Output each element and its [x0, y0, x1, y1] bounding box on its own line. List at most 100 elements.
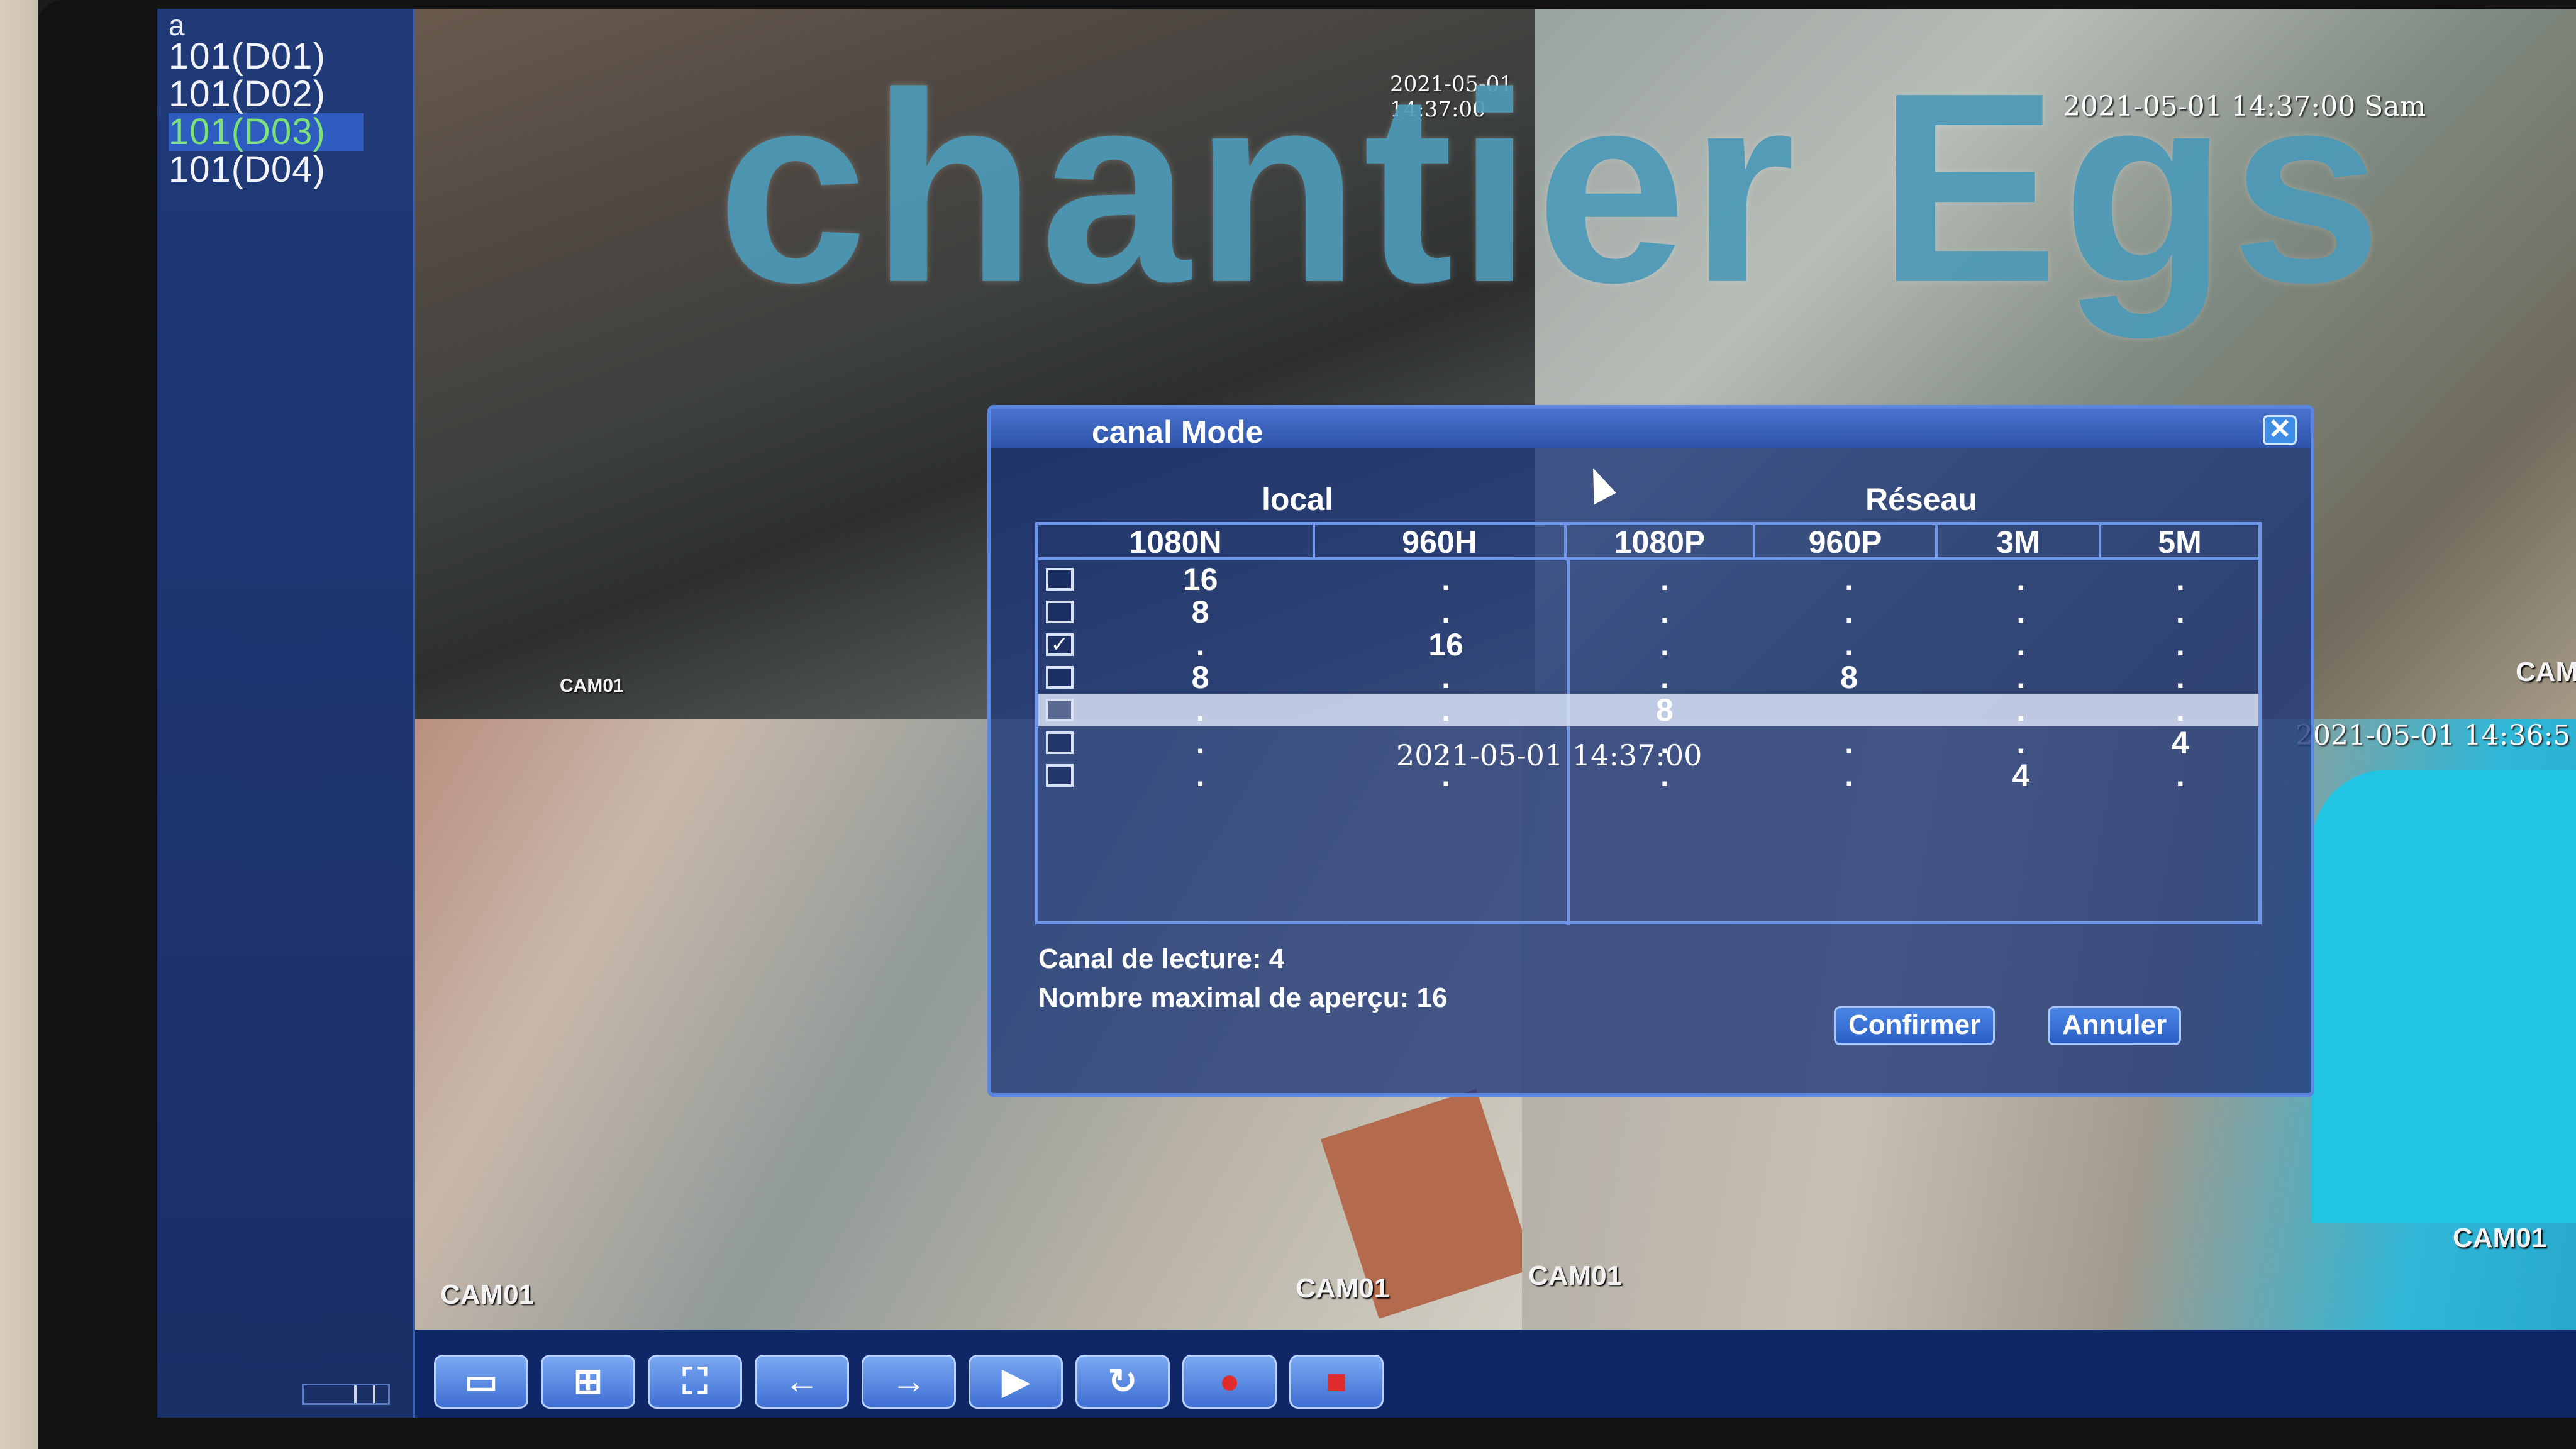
group-label-network: Réseau [1865, 482, 1977, 517]
mode-table-cell: 16 [1428, 627, 1463, 662]
mode-table-cell: . [2175, 594, 2185, 630]
column-header: 1080P [1567, 525, 1755, 559]
mode-table-cell: . [1660, 594, 1669, 630]
row-checkbox[interactable]: ✓ [1046, 633, 1074, 656]
mode-table-row[interactable]: 16..... [1038, 562, 2258, 597]
channel-item-d03[interactable]: 101(D03) [169, 113, 364, 151]
mode-table-row[interactable]: .. 8.. [1038, 692, 2258, 728]
single-view-button[interactable]: ▭ [434, 1355, 528, 1409]
channel-list: a 101(D01) 101(D02) 101(D03) 101(D04) [169, 9, 364, 189]
channel-item-d04[interactable]: 101(D04) [169, 151, 364, 189]
column-header: 3M [1938, 525, 2101, 559]
mode-table-cell: . [1660, 562, 1669, 597]
row-checkbox[interactable] [1046, 699, 1074, 721]
mode-table-cell: . [1441, 562, 1451, 597]
camera-label: CAM [2516, 657, 2576, 687]
next-button[interactable]: → [862, 1355, 956, 1409]
dialog-title-bar[interactable]: canal Mode ✕ [991, 409, 2311, 450]
channel-item-d02[interactable]: 101(D02) [169, 75, 364, 113]
group-label-local: local [1262, 482, 1333, 517]
row-checkbox[interactable] [1046, 764, 1074, 787]
mode-table-cell: . [2016, 627, 2026, 662]
channel-item-d01[interactable]: 101(D01) [169, 38, 364, 75]
mode-table-cell: . [2016, 562, 2026, 597]
playback-button[interactable]: ▶ [969, 1355, 1063, 1409]
mode-table-cell: . [1845, 562, 1854, 597]
scroll-grip-icon [354, 1385, 375, 1403]
record-button[interactable]: ● [1182, 1355, 1277, 1409]
camera-label: CAM01 [440, 1279, 535, 1310]
camera-label: CAM01 [560, 675, 624, 696]
next-icon: → [891, 1361, 926, 1401]
fullscreen-button[interactable]: ⛶ [648, 1355, 742, 1409]
quad-view-button[interactable]: ⊞ [541, 1355, 635, 1409]
mode-table-cell: . [2175, 692, 2185, 728]
mode-table-cell: . [1441, 660, 1451, 695]
channel-list-header: a [169, 9, 185, 42]
mode-table-cell: 8 [1191, 594, 1209, 630]
camera-timestamp: 2021-05-01 14:36:5 [2296, 719, 2571, 752]
mode-table-cell: 8 [1191, 660, 1209, 695]
record-icon: ● [1219, 1361, 1240, 1401]
mode-table-cell: . [1196, 758, 1205, 793]
previous-icon: ← [784, 1361, 819, 1401]
camera-label: CAM01 [2453, 1223, 2547, 1253]
dialog-title: canal Mode [1092, 414, 1263, 450]
column-header: 960P [1755, 525, 1938, 559]
mode-table-cell: 4 [2171, 725, 2189, 760]
camera-scene-pool [2312, 770, 2576, 1223]
mode-table-cell: . [1196, 627, 1205, 662]
tour-button[interactable]: ↻ [1075, 1355, 1170, 1409]
mode-table-cell: . [1196, 692, 1205, 728]
mode-table-cell: . [2016, 594, 2026, 630]
stop-record-button[interactable]: ■ [1289, 1355, 1384, 1409]
mode-table-cell: . [1845, 627, 1854, 662]
mode-table-cell: 16 [1182, 562, 1218, 597]
mode-table-cell: . [1660, 627, 1669, 662]
row-checkbox[interactable] [1046, 731, 1074, 754]
mode-table: 1080N 960H 1080P 960P 3M 5M 16..... 8....… [1035, 522, 2262, 925]
mode-table-cell: . [2175, 660, 2185, 695]
camera-label-top: CAM01 [1528, 1260, 1623, 1291]
mode-table-cell: . [2016, 692, 2026, 728]
mode-table-cell: . [2016, 725, 2026, 760]
mode-table-cell: . [2175, 562, 2185, 597]
stop-record-icon: ■ [1326, 1361, 1347, 1401]
close-icon[interactable]: ✕ [2263, 415, 2297, 445]
row-checkbox[interactable] [1046, 601, 1074, 623]
mode-table-cell: . [1441, 594, 1451, 630]
mode-table-cell: . [2175, 627, 2185, 662]
playback-icon: ▶ [1002, 1361, 1030, 1401]
row-checkbox[interactable] [1046, 666, 1074, 689]
mode-table-cell: . [1196, 725, 1205, 760]
previous-button[interactable]: ← [755, 1355, 849, 1409]
dvr-screen: a 101(D01) 101(D02) 101(D03) 101(D04) CA… [157, 9, 2576, 1418]
bottom-toolbar: ▭ ⊞ ⛶ ← → ▶ ↻ ● ■ [415, 1330, 2576, 1418]
mode-table-cell: . [1845, 758, 1854, 793]
max-preview-text: Nombre maximal de aperçu: 16 [1038, 982, 1448, 1013]
cancel-button[interactable]: Annuler [2048, 1006, 2182, 1045]
fullscreen-icon: ⛶ [682, 1361, 708, 1401]
mode-table-cell: . [2016, 660, 2026, 695]
sidebar-scrollbar[interactable] [302, 1384, 390, 1405]
mode-table-cell: 8 [1656, 692, 1674, 728]
mode-table-cell: 4 [2012, 758, 2030, 793]
overlay-timestamp: 2021-05-01 14:37:00 [1396, 738, 1702, 772]
row-checkbox[interactable] [1046, 568, 1074, 591]
confirm-button[interactable]: Confirmer [1834, 1006, 1996, 1045]
camera-label-secondary: CAM01 [1296, 1273, 1390, 1304]
mode-table-row[interactable]: 8..... [1038, 594, 2258, 630]
mode-table-cell: 8 [1840, 660, 1858, 695]
column-header: 5M [2158, 525, 2202, 560]
mode-table-cell: . [1845, 725, 1854, 760]
mode-table-cell: . [2175, 758, 2185, 793]
mode-table-cell: . [1660, 660, 1669, 695]
single-view-icon: ▭ [464, 1361, 498, 1401]
channel-sidebar: a 101(D01) 101(D02) 101(D03) 101(D04) [157, 9, 415, 1418]
playback-channels-text: Canal de lecture: 4 [1038, 943, 1285, 974]
tour-icon: ↻ [1108, 1361, 1138, 1401]
mode-table-row[interactable]: ✓. 16.... [1038, 627, 2258, 662]
mode-table-row[interactable]: 8.. 8.. [1038, 660, 2258, 695]
quad-view-icon: ⊞ [573, 1361, 603, 1401]
column-header: 960H [1315, 525, 1567, 559]
